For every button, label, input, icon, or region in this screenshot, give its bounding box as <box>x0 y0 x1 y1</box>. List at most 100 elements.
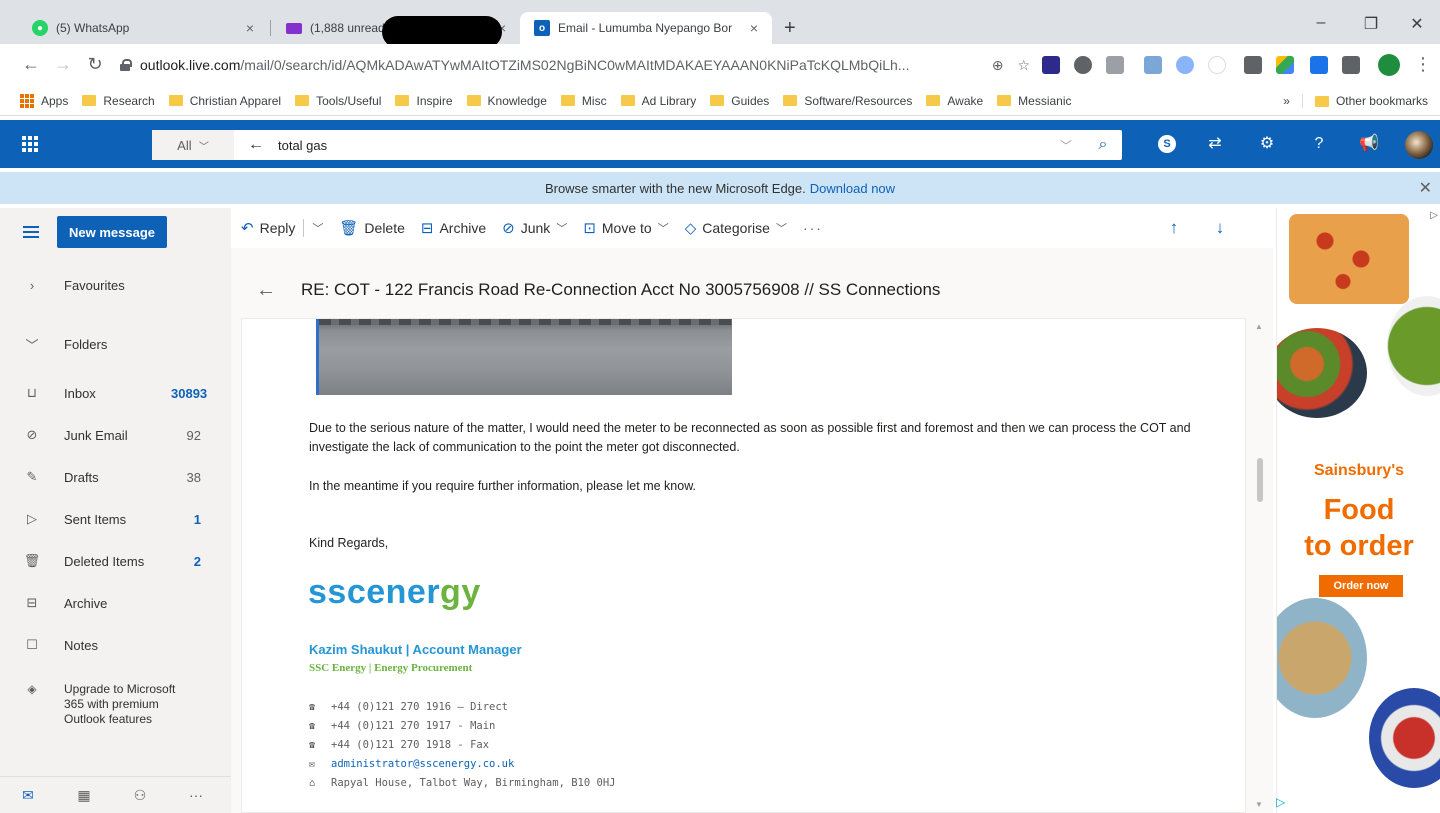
more-actions-button[interactable]: ··· <box>803 220 823 236</box>
bookmark-folder[interactable]: Christian Apparel <box>168 93 282 108</box>
back-arrow-icon[interactable]: ← <box>248 136 264 154</box>
minimize-button[interactable]: – <box>1306 14 1336 32</box>
search-icon[interactable]: ⌕ <box>1084 136 1122 154</box>
search-scope-dropdown[interactable]: All ﹀ <box>152 130 234 160</box>
bookmark-folder[interactable]: Misc <box>560 94 607 108</box>
ad-info-icon[interactable]: ▷ <box>1430 210 1438 221</box>
chevron-down-icon: ﹀ <box>312 223 324 235</box>
search-input[interactable]: total gas <box>278 138 1060 153</box>
bookmark-star-icon[interactable]: ☆ <box>1017 57 1030 74</box>
restore-button[interactable]: ❐ <box>1356 14 1386 34</box>
reload-button[interactable]: ↻ <box>84 54 106 75</box>
nav-drafts[interactable]: ✎ Drafts 38 <box>0 462 231 492</box>
search-box[interactable]: All ﹀ ← total gas ﹀ ⌕ <box>152 130 1122 160</box>
close-tab-icon[interactable]: × <box>746 20 762 36</box>
calendar-icon[interactable]: ▦ <box>56 787 112 804</box>
people-icon[interactable]: ⚇ <box>112 787 168 804</box>
extension-icon[interactable] <box>1144 56 1162 74</box>
nav-archive[interactable]: ⊟ Archive <box>0 588 231 618</box>
new-tab-button[interactable]: + <box>784 17 796 40</box>
nav-inbox[interactable]: ⊔ Inbox 30893 <box>0 378 231 408</box>
extension-icon[interactable] <box>1276 56 1294 74</box>
avatar[interactable] <box>1405 131 1433 159</box>
move-to-button[interactable]: ⊡ Move to ﹀ <box>583 219 668 237</box>
tab-outlook[interactable]: o Email - Lumumba Nyepango Bor × <box>520 12 772 44</box>
more-apps-icon[interactable]: ··· <box>168 787 224 803</box>
bookmark-folder[interactable]: Research <box>82 94 155 108</box>
chevron-down-icon[interactable]: ﹀ <box>1060 137 1072 154</box>
back-arrow-icon[interactable]: ← <box>231 279 301 302</box>
bookmark-label: Christian Apparel <box>189 93 282 108</box>
junk-button[interactable]: ⊘ Junk ﹀ <box>502 219 567 237</box>
extension-icon[interactable] <box>1176 56 1194 74</box>
divider <box>1301 94 1303 108</box>
back-button[interactable]: ← <box>20 54 42 75</box>
order-now-button[interactable]: Order now <box>1319 575 1403 597</box>
close-window-button[interactable]: ✕ <box>1402 14 1432 34</box>
bookmark-apps[interactable]: Apps <box>20 93 68 108</box>
bookmarks-overflow-button[interactable]: » <box>1283 94 1290 108</box>
nav-junk-email[interactable]: ⊘ Junk Email 92 <box>0 420 231 450</box>
gear-icon[interactable]: ⚙ <box>1256 133 1278 155</box>
contact-line: ☎ +44 (0)121 270 1917 - Main <box>309 720 496 732</box>
bookmark-folder[interactable]: Tools/Useful <box>295 94 381 108</box>
contact-line: ⌂ Rapyal House, Talbot Way, Birmingham, B… <box>309 777 616 789</box>
help-icon[interactable]: ? <box>1308 133 1330 155</box>
address-bar[interactable]: outlook.live.com/mail/0/search/id/AQMkAD… <box>120 50 1030 80</box>
nav-folders[interactable]: ﹀ Folders <box>0 329 231 359</box>
extension-icon[interactable] <box>1208 56 1226 74</box>
bookmark-folder[interactable]: Inspire <box>395 94 453 108</box>
next-message-icon[interactable]: ↓ <box>1197 218 1243 238</box>
bookmark-folder[interactable]: Awake <box>926 94 983 108</box>
reply-options-dropdown[interactable]: ﹀ <box>312 220 323 236</box>
archive-button[interactable]: ⊟ Archive <box>421 219 486 237</box>
install-app-icon[interactable]: ⊕ <box>992 57 1004 74</box>
other-bookmarks[interactable]: Other bookmarks <box>1336 94 1428 108</box>
scrollbar-thumb[interactable] <box>1257 458 1263 502</box>
note-icon: ☐ <box>26 637 38 652</box>
embedded-photo <box>316 319 732 395</box>
bookmark-folder[interactable]: Software/Resources <box>783 94 912 108</box>
nav-notes[interactable]: ☐ Notes <box>0 630 231 660</box>
extension-icon[interactable] <box>1074 56 1092 74</box>
app-launcher-icon[interactable] <box>22 136 38 152</box>
delete-button[interactable]: 🗑 Delete <box>339 219 405 237</box>
close-icon[interactable]: ✕ <box>1419 178 1432 198</box>
scrollbar[interactable] <box>1254 318 1268 813</box>
skype-icon[interactable]: S <box>1158 135 1176 153</box>
message-body: Due to the serious nature of the matter,… <box>241 318 1246 813</box>
nav-deleted-items[interactable]: 🗑 Deleted Items 2 <box>0 546 231 576</box>
extension-icon[interactable] <box>1310 56 1328 74</box>
advertisement[interactable]: ▷ Sainsbury's Food to order Order now <box>1276 208 1440 813</box>
profile-avatar[interactable] <box>1378 54 1400 76</box>
new-message-button[interactable]: New message <box>57 216 167 248</box>
mail-icon[interactable]: ✉ <box>0 787 56 804</box>
megaphone-icon[interactable]: 📢 <box>1358 133 1380 155</box>
extension-icon[interactable] <box>1106 56 1124 74</box>
download-now-link[interactable]: Download now <box>810 181 895 196</box>
close-tab-icon[interactable]: × <box>242 20 258 36</box>
categorise-button[interactable]: ◇ Categorise ﹀ <box>685 219 787 237</box>
hamburger-menu-icon[interactable] <box>23 226 39 238</box>
puzzle-icon[interactable] <box>1342 56 1360 74</box>
scroll-down-arrow[interactable]: ▼ <box>1255 800 1263 809</box>
upgrade-premium-link[interactable]: ◈ Upgrade to Microsoft 365 with premium … <box>0 682 231 727</box>
my-day-icon[interactable]: ⇄ <box>1204 133 1226 155</box>
scroll-up-arrow[interactable]: ▲ <box>1255 322 1263 331</box>
bookmark-folder[interactable]: Guides <box>710 94 769 108</box>
nav-favourites[interactable]: › Favourites <box>0 270 231 300</box>
previous-message-icon[interactable]: ↑ <box>1151 218 1197 238</box>
bookmark-folder[interactable]: Messianic <box>997 94 1072 108</box>
nav-sent-items[interactable]: ▷ Sent Items 1 <box>0 504 231 534</box>
extension-icon[interactable] <box>1042 56 1060 74</box>
extension-icon[interactable] <box>1244 56 1262 74</box>
bookmark-folder[interactable]: Ad Library <box>620 94 696 108</box>
menu-kebab-icon[interactable]: ⋮ <box>1412 54 1434 75</box>
reply-button[interactable]: ↶ Reply <box>241 219 295 237</box>
email-link[interactable]: administrator@sscenergy.co.uk <box>331 758 514 770</box>
tab-whatsapp[interactable]: ● (5) WhatsApp × <box>18 12 268 44</box>
adchoices-icon[interactable]: ▷ <box>1276 795 1285 809</box>
forward-button[interactable]: → <box>52 54 74 75</box>
bookmark-folder[interactable]: Knowledge <box>466 94 547 108</box>
pencil-icon: ✎ <box>26 469 38 484</box>
